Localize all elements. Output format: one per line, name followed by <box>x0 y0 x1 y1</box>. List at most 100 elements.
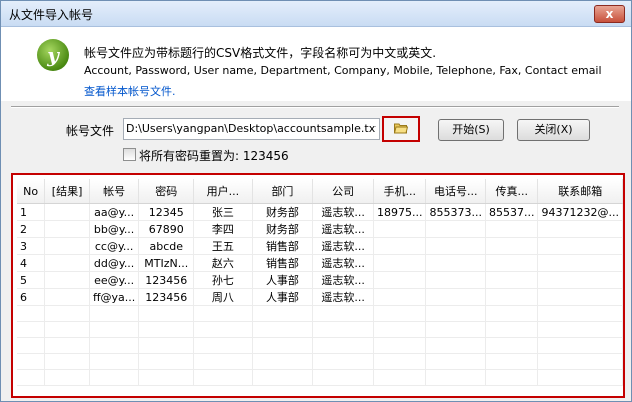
table-row[interactable] <box>17 321 623 338</box>
table-cell <box>537 254 623 272</box>
table-cell <box>252 305 314 322</box>
table-cell: 4 <box>17 254 46 272</box>
instruction-text: 帐号文件应为带标题行的CSV格式文件，字段名称可为中文或英文. <box>84 46 437 60</box>
table-cell: 赵六 <box>193 254 253 272</box>
table-cell <box>485 237 539 255</box>
table-cell <box>17 305 46 322</box>
table-cell <box>312 305 374 322</box>
column-header[interactable]: No <box>17 179 46 204</box>
table-cell <box>44 353 90 370</box>
table-cell <box>312 369 374 386</box>
table-cell <box>44 288 90 306</box>
table-cell <box>193 321 253 338</box>
table-cell: 销售部 <box>252 237 314 255</box>
column-header[interactable]: [结果] <box>44 179 90 204</box>
folder-open-icon <box>394 123 408 134</box>
table-cell: 123456 <box>138 271 195 289</box>
table-cell <box>425 305 486 322</box>
table-cell: 王五 <box>193 237 253 255</box>
table-cell: 遥志软... <box>312 203 374 221</box>
table-cell <box>373 254 427 272</box>
table-cell <box>373 321 427 338</box>
table-cell <box>17 321 46 338</box>
column-header[interactable]: 用户... <box>193 179 253 204</box>
table-row[interactable] <box>17 305 623 322</box>
column-header[interactable]: 密码 <box>138 179 195 204</box>
column-header[interactable]: 传真... <box>485 179 539 204</box>
table-cell <box>193 305 253 322</box>
table-cell <box>44 203 90 221</box>
table-cell <box>425 220 486 238</box>
table-row[interactable]: 3 cc@y... abcde 王五 销售部 遥志软... <box>17 237 623 255</box>
window-close-button[interactable]: x <box>594 5 625 23</box>
table-cell: 孙七 <box>193 271 253 289</box>
table-cell: bb@y... <box>89 220 140 238</box>
table-cell <box>537 237 623 255</box>
table-cell <box>485 337 539 354</box>
table-row[interactable]: 5 ee@y... 123456 孙七 人事部 遥志软... <box>17 271 623 289</box>
table-cell: 6 <box>17 288 46 306</box>
table-cell: 李四 <box>193 220 253 238</box>
table-cell: 遥志软... <box>312 288 374 306</box>
column-header[interactable]: 部门 <box>252 179 314 204</box>
table-cell <box>252 321 314 338</box>
table-cell: 遥志软... <box>312 254 374 272</box>
reset-password-checkbox[interactable] <box>123 148 136 161</box>
table-row[interactable]: 4 dd@y... MTIzN... 赵六 销售部 遥志软... <box>17 254 623 272</box>
table-cell <box>537 220 623 238</box>
table-cell <box>373 220 427 238</box>
table-cell: 1 <box>17 203 46 221</box>
table-cell <box>425 369 486 386</box>
table-cell <box>537 353 623 370</box>
table-cell <box>373 337 427 354</box>
table-cell <box>373 305 427 322</box>
table-row[interactable]: 2 bb@y... 67890 李四 财务部 遥志软... <box>17 220 623 238</box>
table-cell <box>485 369 539 386</box>
start-button[interactable]: 开始(S) <box>438 119 504 141</box>
table-cell: aa@y... <box>89 203 140 221</box>
file-path-input[interactable] <box>126 121 376 136</box>
table-row[interactable]: 6 ff@ya... 123456 周八 人事部 遥志软... <box>17 288 623 306</box>
table-row[interactable]: 1 aa@y... 12345 张三 财务部 遥志软... 18975... 855373..… <box>17 203 623 221</box>
accounts-table-frame: No [结果] 帐号 密码 用户... 部门 公司 手机... 电话号... 传真... 联系邮箱 … <box>11 173 625 398</box>
table-cell: 遥志软... <box>312 237 374 255</box>
column-header[interactable]: 电话号... <box>425 179 486 204</box>
column-header[interactable]: 联系邮箱 <box>537 179 623 204</box>
table-cell <box>252 353 314 370</box>
table-cell: ee@y... <box>89 271 140 289</box>
table-cell <box>485 305 539 322</box>
app-logo-icon: y <box>37 39 69 71</box>
column-header[interactable]: 公司 <box>312 179 374 204</box>
table-cell <box>373 237 427 255</box>
column-header[interactable]: 帐号 <box>89 179 140 204</box>
table-cell <box>193 353 253 370</box>
table-cell <box>425 288 486 306</box>
table-cell: 人事部 <box>252 271 314 289</box>
table-cell: 张三 <box>193 203 253 221</box>
table-cell <box>138 321 195 338</box>
table-cell <box>89 369 140 386</box>
table-cell: 周八 <box>193 288 253 306</box>
table-cell <box>138 353 195 370</box>
table-cell <box>537 337 623 354</box>
table-cell <box>312 353 374 370</box>
table-cell <box>373 271 427 289</box>
table-cell <box>537 305 623 322</box>
table-cell: 遥志软... <box>312 220 374 238</box>
table-cell <box>537 288 623 306</box>
table-cell <box>252 369 314 386</box>
table-row[interactable] <box>17 369 623 386</box>
table-row[interactable] <box>17 353 623 370</box>
table-cell <box>17 353 46 370</box>
table-cell <box>425 254 486 272</box>
window-title: 从文件导入帐号 <box>9 8 94 22</box>
table-cell: 2 <box>17 220 46 238</box>
close-button[interactable]: 关闭(X) <box>517 119 590 141</box>
file-path-box <box>123 118 380 140</box>
column-header[interactable]: 手机... <box>373 179 427 204</box>
table-row[interactable] <box>17 337 623 354</box>
browse-button[interactable] <box>382 116 420 142</box>
table-cell <box>312 321 374 338</box>
sample-file-link[interactable]: 查看样本帐号文件. <box>84 83 176 99</box>
table-cell: 855373... <box>425 203 486 221</box>
